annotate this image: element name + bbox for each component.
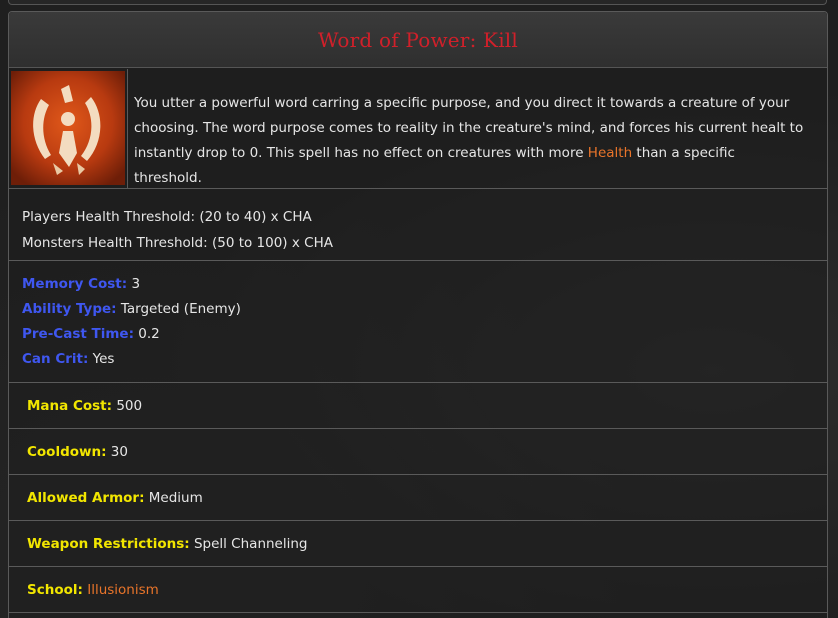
- can-crit-label: Can Crit:: [22, 351, 89, 367]
- stats-row: Memory Cost: 3 Ability Type: Targeted (E…: [9, 260, 827, 382]
- health-link[interactable]: Health: [588, 145, 632, 161]
- weapon-restrictions-value: Spell Channeling: [189, 535, 308, 552]
- pre-cast-time: Pre-Cast Time: 0.2: [22, 322, 827, 347]
- cooldown-row: Cooldown: 30: [9, 428, 827, 474]
- ability-type: Ability Type: Targeted (Enemy): [22, 297, 827, 322]
- allowed-armor-row: Allowed Armor: Medium: [9, 474, 827, 520]
- school-link[interactable]: Illusionism: [87, 582, 159, 598]
- mana-cost-label: Mana Cost:: [27, 397, 113, 414]
- can-crit: Can Crit: Yes: [22, 347, 827, 372]
- players-threshold: Players Health Threshold: (20 to 40) x C…: [22, 209, 312, 225]
- ability-type-label: Ability Type:: [22, 301, 117, 317]
- spell-title: Word of Power: Kill: [318, 27, 518, 52]
- allowed-armor-label: Allowed Armor:: [27, 489, 145, 506]
- spell-panel: Word of Power: Kill You utter a powerful…: [8, 11, 828, 618]
- school-label: School:: [27, 581, 83, 598]
- title-bar: Word of Power: Kill: [9, 12, 827, 68]
- pre-cast-value: 0.2: [133, 326, 160, 342]
- description-row: You utter a powerful word carring a spec…: [9, 69, 827, 188]
- mana-cost-value: 500: [112, 397, 143, 414]
- school-row: School: Illusionism: [9, 566, 827, 612]
- cooldown-label: Cooldown:: [27, 443, 107, 460]
- cooldown-value: 30: [106, 443, 128, 460]
- previous-panel-edge: [8, 0, 827, 5]
- spell-icon-box: [9, 69, 128, 188]
- spell-rune-icon: [11, 71, 125, 185]
- threshold-row: Players Health Threshold: (20 to 40) x C…: [9, 188, 827, 260]
- monsters-threshold: Monsters Health Threshold: (50 to 100) x…: [22, 235, 333, 251]
- memory-cost: Memory Cost: 3: [22, 272, 827, 297]
- ability-type-value: Targeted (Enemy): [116, 301, 241, 317]
- allowed-armor-value: Medium: [144, 489, 203, 506]
- can-crit-value: Yes: [88, 351, 115, 367]
- pre-cast-label: Pre-Cast Time:: [22, 326, 134, 342]
- mana-cost-row: Mana Cost: 500: [9, 382, 827, 428]
- spell-description: You utter a powerful word carring a spec…: [128, 69, 827, 188]
- next-row-edge: [9, 612, 827, 618]
- memory-cost-value: 3: [127, 276, 141, 292]
- memory-cost-label: Memory Cost:: [22, 276, 128, 292]
- page: Word of Power: Kill You utter a powerful…: [0, 0, 838, 618]
- weapon-restrictions-label: Weapon Restrictions:: [27, 535, 190, 552]
- weapon-restrictions-row: Weapon Restrictions: Spell Channeling: [9, 520, 827, 566]
